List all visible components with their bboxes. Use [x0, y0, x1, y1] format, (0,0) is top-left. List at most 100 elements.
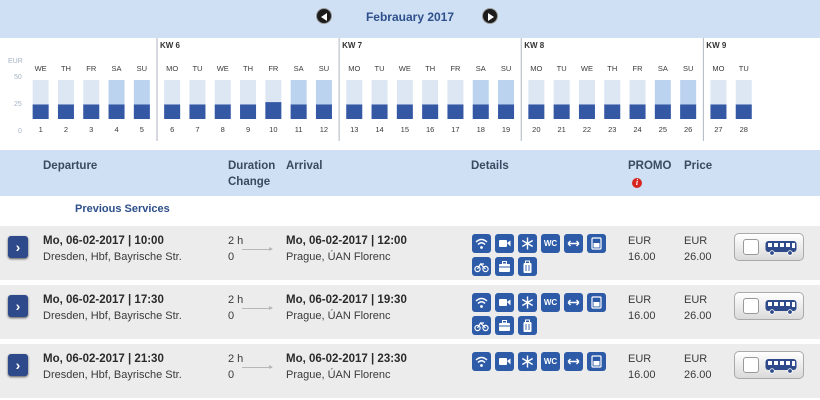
y-tick-0: 0	[18, 128, 22, 135]
price-currency: EUR	[684, 294, 708, 306]
day-price-bar[interactable]	[290, 104, 307, 119]
month-bar: Febrauary 2017	[0, 0, 820, 38]
baggage-icon	[518, 316, 537, 335]
air-conditioning-icon	[518, 234, 537, 253]
day-price-bar[interactable]	[189, 104, 206, 119]
expand-row-button[interactable]: ›	[8, 354, 28, 376]
day-number: 28	[740, 125, 748, 134]
day-price-bar[interactable]	[57, 104, 74, 119]
transfer-icon	[564, 234, 583, 253]
transfer-icon	[564, 293, 583, 312]
day-price-bar[interactable]	[422, 104, 439, 119]
day-price-bar[interactable]	[447, 104, 464, 119]
day-price-bar[interactable]	[578, 104, 595, 119]
select-checkbox[interactable]	[743, 298, 759, 314]
duration-arrow	[242, 306, 273, 310]
day-number: 4	[114, 125, 118, 134]
day-price-bar[interactable]	[710, 104, 727, 119]
weekday-label: TH	[243, 64, 253, 73]
day-price-bar[interactable]	[214, 104, 231, 119]
select-connection-button[interactable]	[734, 233, 804, 261]
bicycle-icon	[472, 316, 491, 335]
wifi-icon	[472, 293, 491, 312]
day-price-bar[interactable]	[133, 104, 150, 119]
header-promo: PROMO	[628, 160, 672, 172]
weekday-label: SU	[137, 64, 147, 73]
day-price-bar[interactable]	[629, 104, 646, 119]
promo-price: 16.00	[628, 251, 656, 263]
arrival-place: Prague, ÚAN Florenc	[286, 369, 391, 381]
day-price-bar[interactable]	[108, 104, 125, 119]
week-label: KW 7	[342, 41, 363, 50]
weekday-label: MO	[348, 64, 360, 73]
day-price-bar[interactable]	[553, 104, 570, 119]
drink-icon	[587, 293, 606, 312]
promo-info-icon[interactable]: i	[632, 178, 642, 188]
expand-row-button[interactable]: ›	[8, 236, 28, 258]
day-number: 13	[350, 125, 358, 134]
weekday-label: TH	[61, 64, 71, 73]
day-price-bar[interactable]	[528, 104, 545, 119]
luggage-icon	[495, 257, 514, 276]
air-conditioning-icon	[518, 352, 537, 371]
departure-time: Mo, 06-02-2017 | 10:00	[43, 235, 164, 247]
day-price-bar[interactable]	[164, 104, 181, 119]
weekday-label: FR	[633, 64, 644, 73]
next-month-arrow-icon[interactable]	[482, 8, 498, 24]
air-conditioning-icon	[518, 293, 537, 312]
day-price-bar[interactable]	[83, 104, 100, 119]
day-price-bar[interactable]	[346, 104, 363, 119]
day-price-bar[interactable]	[680, 104, 697, 119]
select-checkbox[interactable]	[743, 239, 759, 255]
day-number: 17	[451, 125, 459, 134]
wc-icon: WC	[541, 234, 560, 253]
day-number: 27	[714, 125, 722, 134]
day-price-bar[interactable]	[371, 104, 388, 119]
price-value: 26.00	[684, 369, 712, 381]
departure-time: Mo, 06-02-2017 | 21:30	[43, 353, 164, 365]
select-checkbox[interactable]	[743, 357, 759, 373]
wc-icon: WC	[541, 352, 560, 371]
weekday-label: TU	[192, 64, 202, 73]
select-connection-button[interactable]	[734, 351, 804, 379]
day-number: 23	[608, 125, 616, 134]
expand-row-button[interactable]: ›	[8, 295, 28, 317]
duration-value: 2 h	[228, 235, 244, 247]
day-price-bar[interactable]	[240, 104, 257, 119]
arrival-time: Mo, 06-02-2017 | 23:30	[286, 353, 407, 365]
day-price-bar[interactable]	[396, 104, 413, 119]
day-number: 26	[684, 125, 692, 134]
weekday-label: WE	[581, 64, 593, 73]
week-label: KW 9	[706, 41, 727, 50]
arrival-time: Mo, 06-02-2017 | 19:30	[286, 294, 407, 306]
change-value: 0	[228, 310, 235, 322]
y-tick-50: 50	[14, 74, 22, 81]
day-price-bar[interactable]	[315, 104, 332, 119]
weekday-label: WE	[399, 64, 411, 73]
previous-services-link[interactable]: Previous Services	[75, 203, 170, 215]
drink-icon	[587, 234, 606, 253]
day-price-bar[interactable]	[498, 104, 515, 119]
weekday-label: SA	[294, 64, 304, 73]
day-price-bar[interactable]	[32, 104, 49, 119]
day-price-bar[interactable]	[265, 102, 282, 119]
day-number: 25	[659, 125, 667, 134]
header-arrival: Arrival	[286, 160, 323, 172]
select-connection-button[interactable]	[734, 292, 804, 320]
weekday-label: MO	[530, 64, 542, 73]
day-price-bar[interactable]	[735, 104, 752, 119]
day-price-bar[interactable]	[472, 104, 489, 119]
weekday-label: WE	[35, 64, 47, 73]
day-number: 9	[246, 125, 250, 134]
arrival-place: Prague, ÚAN Florenc	[286, 251, 391, 263]
weekday-label: FR	[86, 64, 97, 73]
week-label: KW 6	[160, 41, 181, 50]
day-number: 19	[502, 125, 510, 134]
video-icon	[495, 352, 514, 371]
header-change: Change	[228, 176, 271, 188]
duration-value: 2 h	[228, 294, 244, 306]
day-price-bar[interactable]	[604, 104, 621, 119]
day-number: 10	[269, 125, 277, 134]
departure-place: Dresden, Hbf, Bayrische Str.	[43, 310, 182, 322]
day-price-bar[interactable]	[654, 104, 671, 119]
